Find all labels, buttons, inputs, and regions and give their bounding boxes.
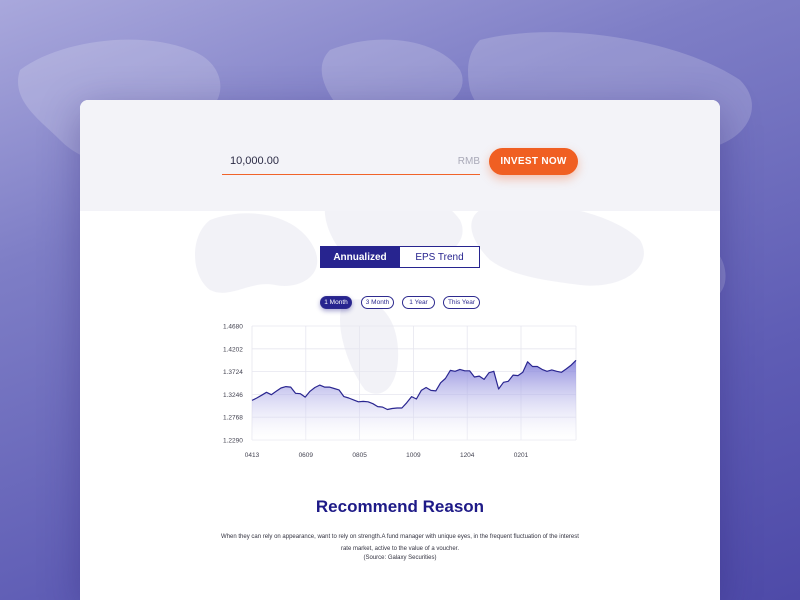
x-tick-label: 0609 bbox=[299, 452, 314, 459]
y-tick-label: 1.4680 bbox=[223, 324, 243, 331]
y-tick-label: 1.2290 bbox=[223, 438, 243, 445]
series-area bbox=[252, 360, 576, 440]
recommend-title: Recommend Reason bbox=[315, 497, 485, 516]
y-tick-label: 1.4202 bbox=[223, 346, 243, 353]
y-tick-label: 1.3246 bbox=[223, 392, 243, 399]
x-tick-label: 0201 bbox=[514, 452, 529, 459]
y-tick-label: 1.3724 bbox=[223, 369, 243, 376]
x-tick-label: 1009 bbox=[406, 452, 421, 459]
x-tick-label: 0413 bbox=[245, 452, 260, 459]
recommend-text: When they can rely on appearance, want t… bbox=[221, 534, 579, 552]
x-tick-label: 1204 bbox=[460, 452, 475, 459]
invest-card: 10,000.00 RMB INVEST NOW Annualized EPS … bbox=[80, 100, 720, 600]
y-tick-label: 1.2768 bbox=[223, 415, 243, 422]
x-tick-label: 0805 bbox=[352, 452, 367, 459]
annualized-chart: 1.4680 1.4202 1.3724 1.3246 1.2768 1.22900413… bbox=[223, 324, 577, 459]
recommend-source: (Source: Galaxy Securities) bbox=[363, 555, 437, 561]
